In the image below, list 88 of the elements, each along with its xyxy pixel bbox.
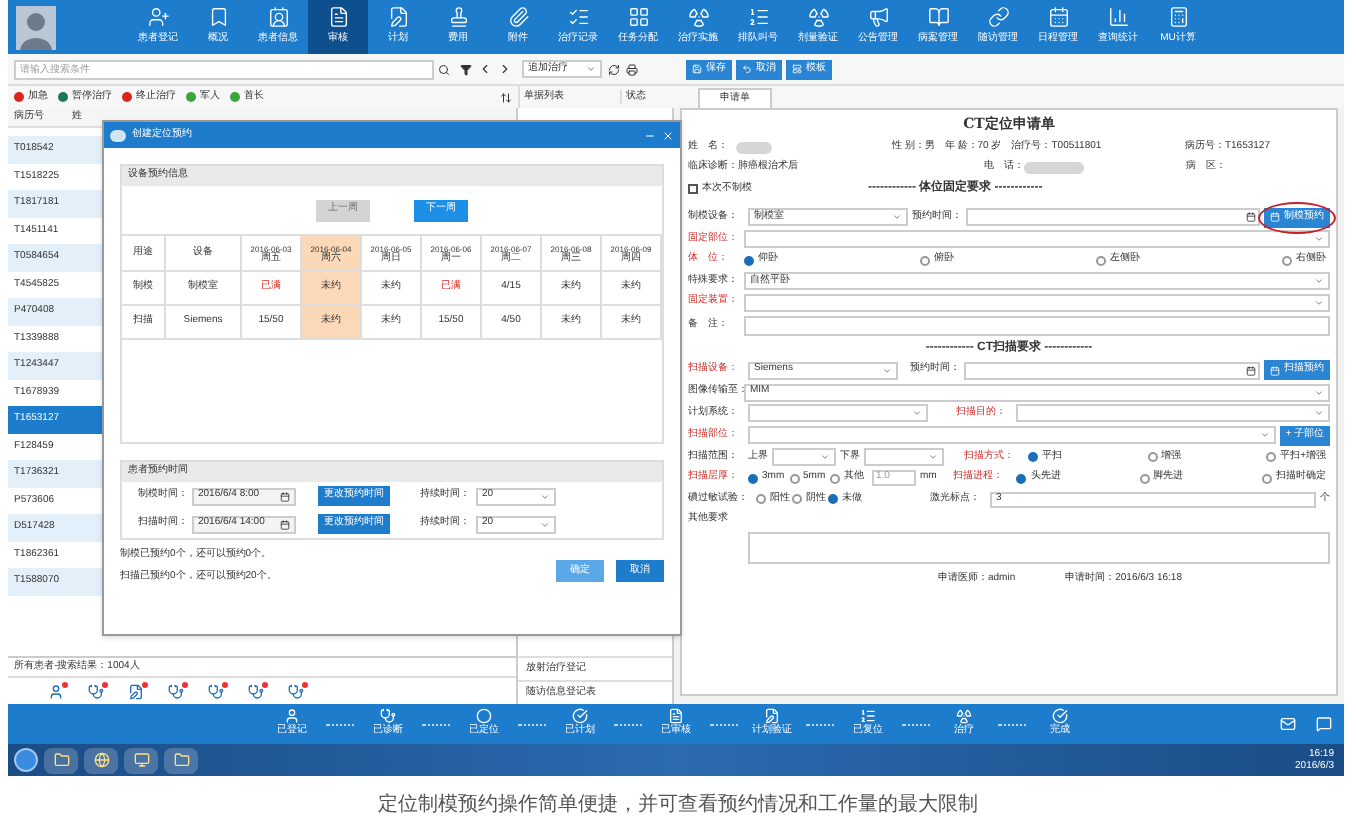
caret-icon bbox=[586, 64, 596, 74]
radiation-icon bbox=[956, 708, 972, 725]
caret-icon bbox=[1314, 234, 1324, 244]
stamp-icon bbox=[447, 6, 469, 29]
calendar-icon bbox=[1270, 365, 1280, 375]
close-icon[interactable] bbox=[662, 129, 674, 141]
document-icon bbox=[668, 708, 684, 725]
next-icon[interactable] bbox=[498, 62, 512, 76]
bookmark-icon bbox=[207, 6, 229, 29]
check-circle-icon bbox=[1052, 708, 1068, 725]
megaphone-icon bbox=[867, 6, 889, 29]
radiation-icon bbox=[687, 6, 709, 29]
shortcut-icon[interactable] bbox=[288, 683, 304, 699]
grid-icon bbox=[627, 6, 649, 29]
link-icon bbox=[987, 6, 1009, 29]
taskbar-app-icon[interactable] bbox=[124, 747, 158, 773]
select-field[interactable] bbox=[748, 404, 928, 422]
calendar-icon bbox=[280, 519, 290, 529]
note-field[interactable] bbox=[744, 315, 1330, 335]
blurred-patch bbox=[736, 141, 772, 153]
calculator-icon bbox=[1167, 6, 1189, 29]
avatar-icon bbox=[16, 5, 56, 49]
calendar-icon bbox=[1270, 212, 1280, 222]
id-card-icon bbox=[267, 6, 289, 29]
date-field[interactable] bbox=[966, 208, 1260, 226]
caret-icon bbox=[912, 408, 922, 418]
numbered-list-icon bbox=[747, 6, 769, 29]
sort-icon[interactable] bbox=[500, 91, 512, 103]
taskbar-app-icon[interactable] bbox=[44, 747, 78, 773]
print-icon[interactable] bbox=[626, 63, 638, 75]
other-requirements-field[interactable] bbox=[748, 532, 1330, 564]
select-field[interactable] bbox=[772, 448, 836, 466]
circle-icon bbox=[476, 708, 492, 725]
caret-icon bbox=[540, 491, 550, 501]
calendar-icon bbox=[1246, 365, 1256, 375]
calendar-icon bbox=[1246, 212, 1256, 222]
select-field[interactable] bbox=[744, 230, 1330, 248]
template-icon bbox=[792, 64, 802, 74]
taskbar-app-icon[interactable] bbox=[164, 747, 198, 773]
select-field[interactable] bbox=[864, 448, 944, 466]
start-button[interactable] bbox=[14, 748, 38, 772]
calendar-icon bbox=[1047, 6, 1069, 29]
document-icon bbox=[327, 6, 349, 29]
book-icon bbox=[927, 6, 949, 29]
bar-chart-icon bbox=[1107, 6, 1129, 29]
select-field[interactable] bbox=[1016, 404, 1330, 422]
shortcut-icon[interactable] bbox=[48, 683, 64, 699]
stethoscope-icon bbox=[380, 708, 396, 725]
caret-icon bbox=[1314, 408, 1324, 418]
shortcut-icon[interactable] bbox=[208, 683, 224, 699]
radiation-icon bbox=[807, 6, 829, 29]
select-field[interactable] bbox=[744, 293, 1330, 311]
taskbar-app-icon[interactable] bbox=[84, 747, 118, 773]
caret-icon bbox=[1314, 276, 1324, 286]
save-icon bbox=[692, 64, 702, 74]
mail-icon[interactable] bbox=[1280, 716, 1296, 732]
list-icon bbox=[860, 708, 876, 725]
checklist-icon bbox=[567, 6, 589, 29]
calendar-icon bbox=[280, 491, 290, 501]
caret-icon bbox=[892, 212, 902, 222]
filter-icon[interactable] bbox=[460, 63, 472, 75]
edit-document-icon bbox=[764, 708, 780, 725]
shortcut-icon[interactable] bbox=[168, 683, 184, 699]
refresh-icon[interactable] bbox=[608, 63, 620, 75]
select-field[interactable] bbox=[748, 426, 1276, 444]
caret-icon bbox=[820, 452, 830, 462]
caret-icon bbox=[928, 452, 938, 462]
user-plus-icon bbox=[147, 6, 169, 29]
blurred-patch bbox=[1024, 162, 1084, 174]
date-field[interactable] bbox=[964, 361, 1260, 379]
chat-icon[interactable] bbox=[1316, 716, 1332, 732]
undo-icon bbox=[742, 64, 752, 74]
previous-icon[interactable] bbox=[478, 62, 492, 76]
caret-icon bbox=[1259, 430, 1270, 440]
shortcut-icon[interactable] bbox=[88, 683, 104, 699]
search-icon[interactable] bbox=[438, 63, 450, 75]
caret-icon bbox=[540, 519, 550, 529]
paperclip-icon bbox=[507, 6, 529, 29]
shortcut-icon[interactable] bbox=[248, 683, 264, 699]
app-logo-icon bbox=[110, 129, 126, 141]
caption: 定位制模预约操作简单便捷，并可查看预约情况和工作量的最大限制 bbox=[376, 791, 980, 820]
person-icon bbox=[284, 708, 300, 725]
check-circle-icon bbox=[572, 708, 588, 725]
caret-icon bbox=[882, 365, 892, 375]
caret-icon bbox=[1314, 387, 1324, 397]
edit-document-icon bbox=[387, 6, 409, 29]
shortcut-icon[interactable] bbox=[128, 683, 144, 699]
caret-icon bbox=[1314, 297, 1324, 307]
